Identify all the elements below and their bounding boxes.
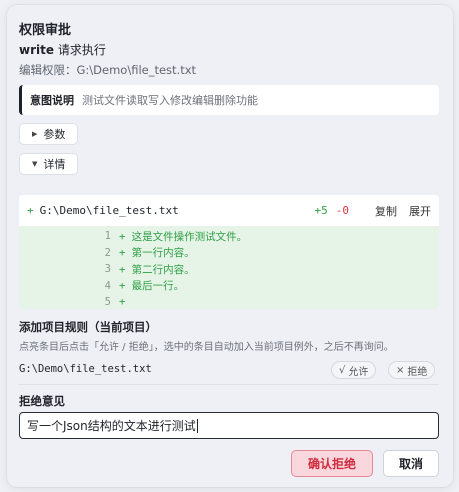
diff-line: 4 + 最后一行。 [19, 278, 439, 295]
divider [19, 384, 439, 385]
project-rule-title: 添加项目规则（当前项目） [19, 320, 157, 334]
cross-icon: × [396, 364, 405, 376]
intent-label: 意图说明 [30, 94, 74, 107]
reject-reason-input[interactable]: 写一个Json结构的文本进行测试 [19, 412, 439, 439]
allow-chip[interactable]: √ 允许 [331, 361, 377, 379]
line-number: 5 [104, 296, 111, 309]
diff-deletions: -0 [335, 204, 349, 217]
diff-line: 3 + 第二行内容。 [19, 261, 439, 278]
permission-label: 编辑权限： [19, 63, 77, 77]
line-text: + 第一行内容。 [119, 247, 195, 260]
diff-body: 1 + 这是文件操作测试文件。 2 + 第一行内容。 3 + 第二行内容。 4 + 最后… [19, 226, 439, 309]
copy-button[interactable]: 复制 [375, 203, 397, 219]
reject-chip[interactable]: × 拒绝 [388, 361, 436, 379]
details-toggle[interactable]: ▼ 详情 [19, 153, 79, 175]
expand-button[interactable]: 展开 [409, 203, 431, 219]
line-text: + 最后一行。 [119, 280, 185, 293]
caret-right-icon: ▶ [32, 130, 38, 138]
project-rule-description: 点亮条目后点击「允许 / 拒绝」，选中的条目自动加入当前项目例外，之后不再询问。 [19, 342, 394, 353]
text-caret [196, 418, 198, 433]
check-icon: √ [339, 364, 346, 376]
request-suffix: 请求执行 [57, 43, 106, 57]
intent-text: 测试文件读取写入修改编辑删除功能 [82, 94, 258, 107]
reject-label: 拒绝 [407, 366, 428, 378]
permission-path: G:\Demo\file_test.txt [76, 63, 197, 77]
diff-prefix: + [27, 204, 34, 217]
diff-additions: +5 [314, 204, 328, 217]
line-number: 2 [104, 246, 111, 259]
diff-header: + G:\Demo\file_test.txt +5 -0 复制 展开 [19, 195, 439, 226]
reject-reason-title: 拒绝意见 [19, 394, 65, 408]
diff-view: + G:\Demo\file_test.txt +5 -0 复制 展开 1 + 这… [19, 195, 439, 309]
reject-reason-value: 写一个Json结构的文本进行测试 [27, 419, 196, 433]
dialog-title: 权限审批 [19, 23, 72, 38]
line-number: 4 [104, 279, 111, 292]
diff-line: 1 + 这是文件操作测试文件。 [19, 228, 439, 245]
allow-label: 允许 [348, 366, 369, 378]
intent-box: 意图说明 测试文件读取写入修改编辑删除功能 [19, 85, 439, 115]
params-toggle[interactable]: ▶ 参数 [19, 123, 79, 145]
diff-file-path: G:\Demo\file_test.txt [39, 204, 179, 217]
request-line: write 请求执行 [19, 41, 106, 58]
line-text: + 这是文件操作测试文件。 [119, 230, 248, 243]
project-rule-path[interactable]: G:\Demo\file_test.txt [19, 363, 152, 375]
caret-down-icon: ▼ [32, 160, 38, 168]
permission-dialog: 权限审批 write 请求执行 编辑权限：G:\Demo\file_test.t… [7, 5, 453, 487]
permission-line: 编辑权限：G:\Demo\file_test.txt [19, 62, 196, 78]
cancel-button[interactable]: 取消 [383, 450, 439, 477]
line-number: 1 [104, 230, 111, 243]
diff-line: 2 + 第一行内容。 [19, 245, 439, 262]
confirm-reject-button[interactable]: 确认拒绝 [291, 450, 373, 477]
line-text: + 第二行内容。 [119, 263, 195, 276]
line-text: + [119, 296, 126, 309]
diff-line: 5 + [19, 294, 439, 309]
tool-name: write [19, 43, 54, 57]
line-number: 3 [104, 263, 111, 276]
details-label: 详情 [43, 158, 66, 171]
params-label: 参数 [43, 128, 66, 141]
